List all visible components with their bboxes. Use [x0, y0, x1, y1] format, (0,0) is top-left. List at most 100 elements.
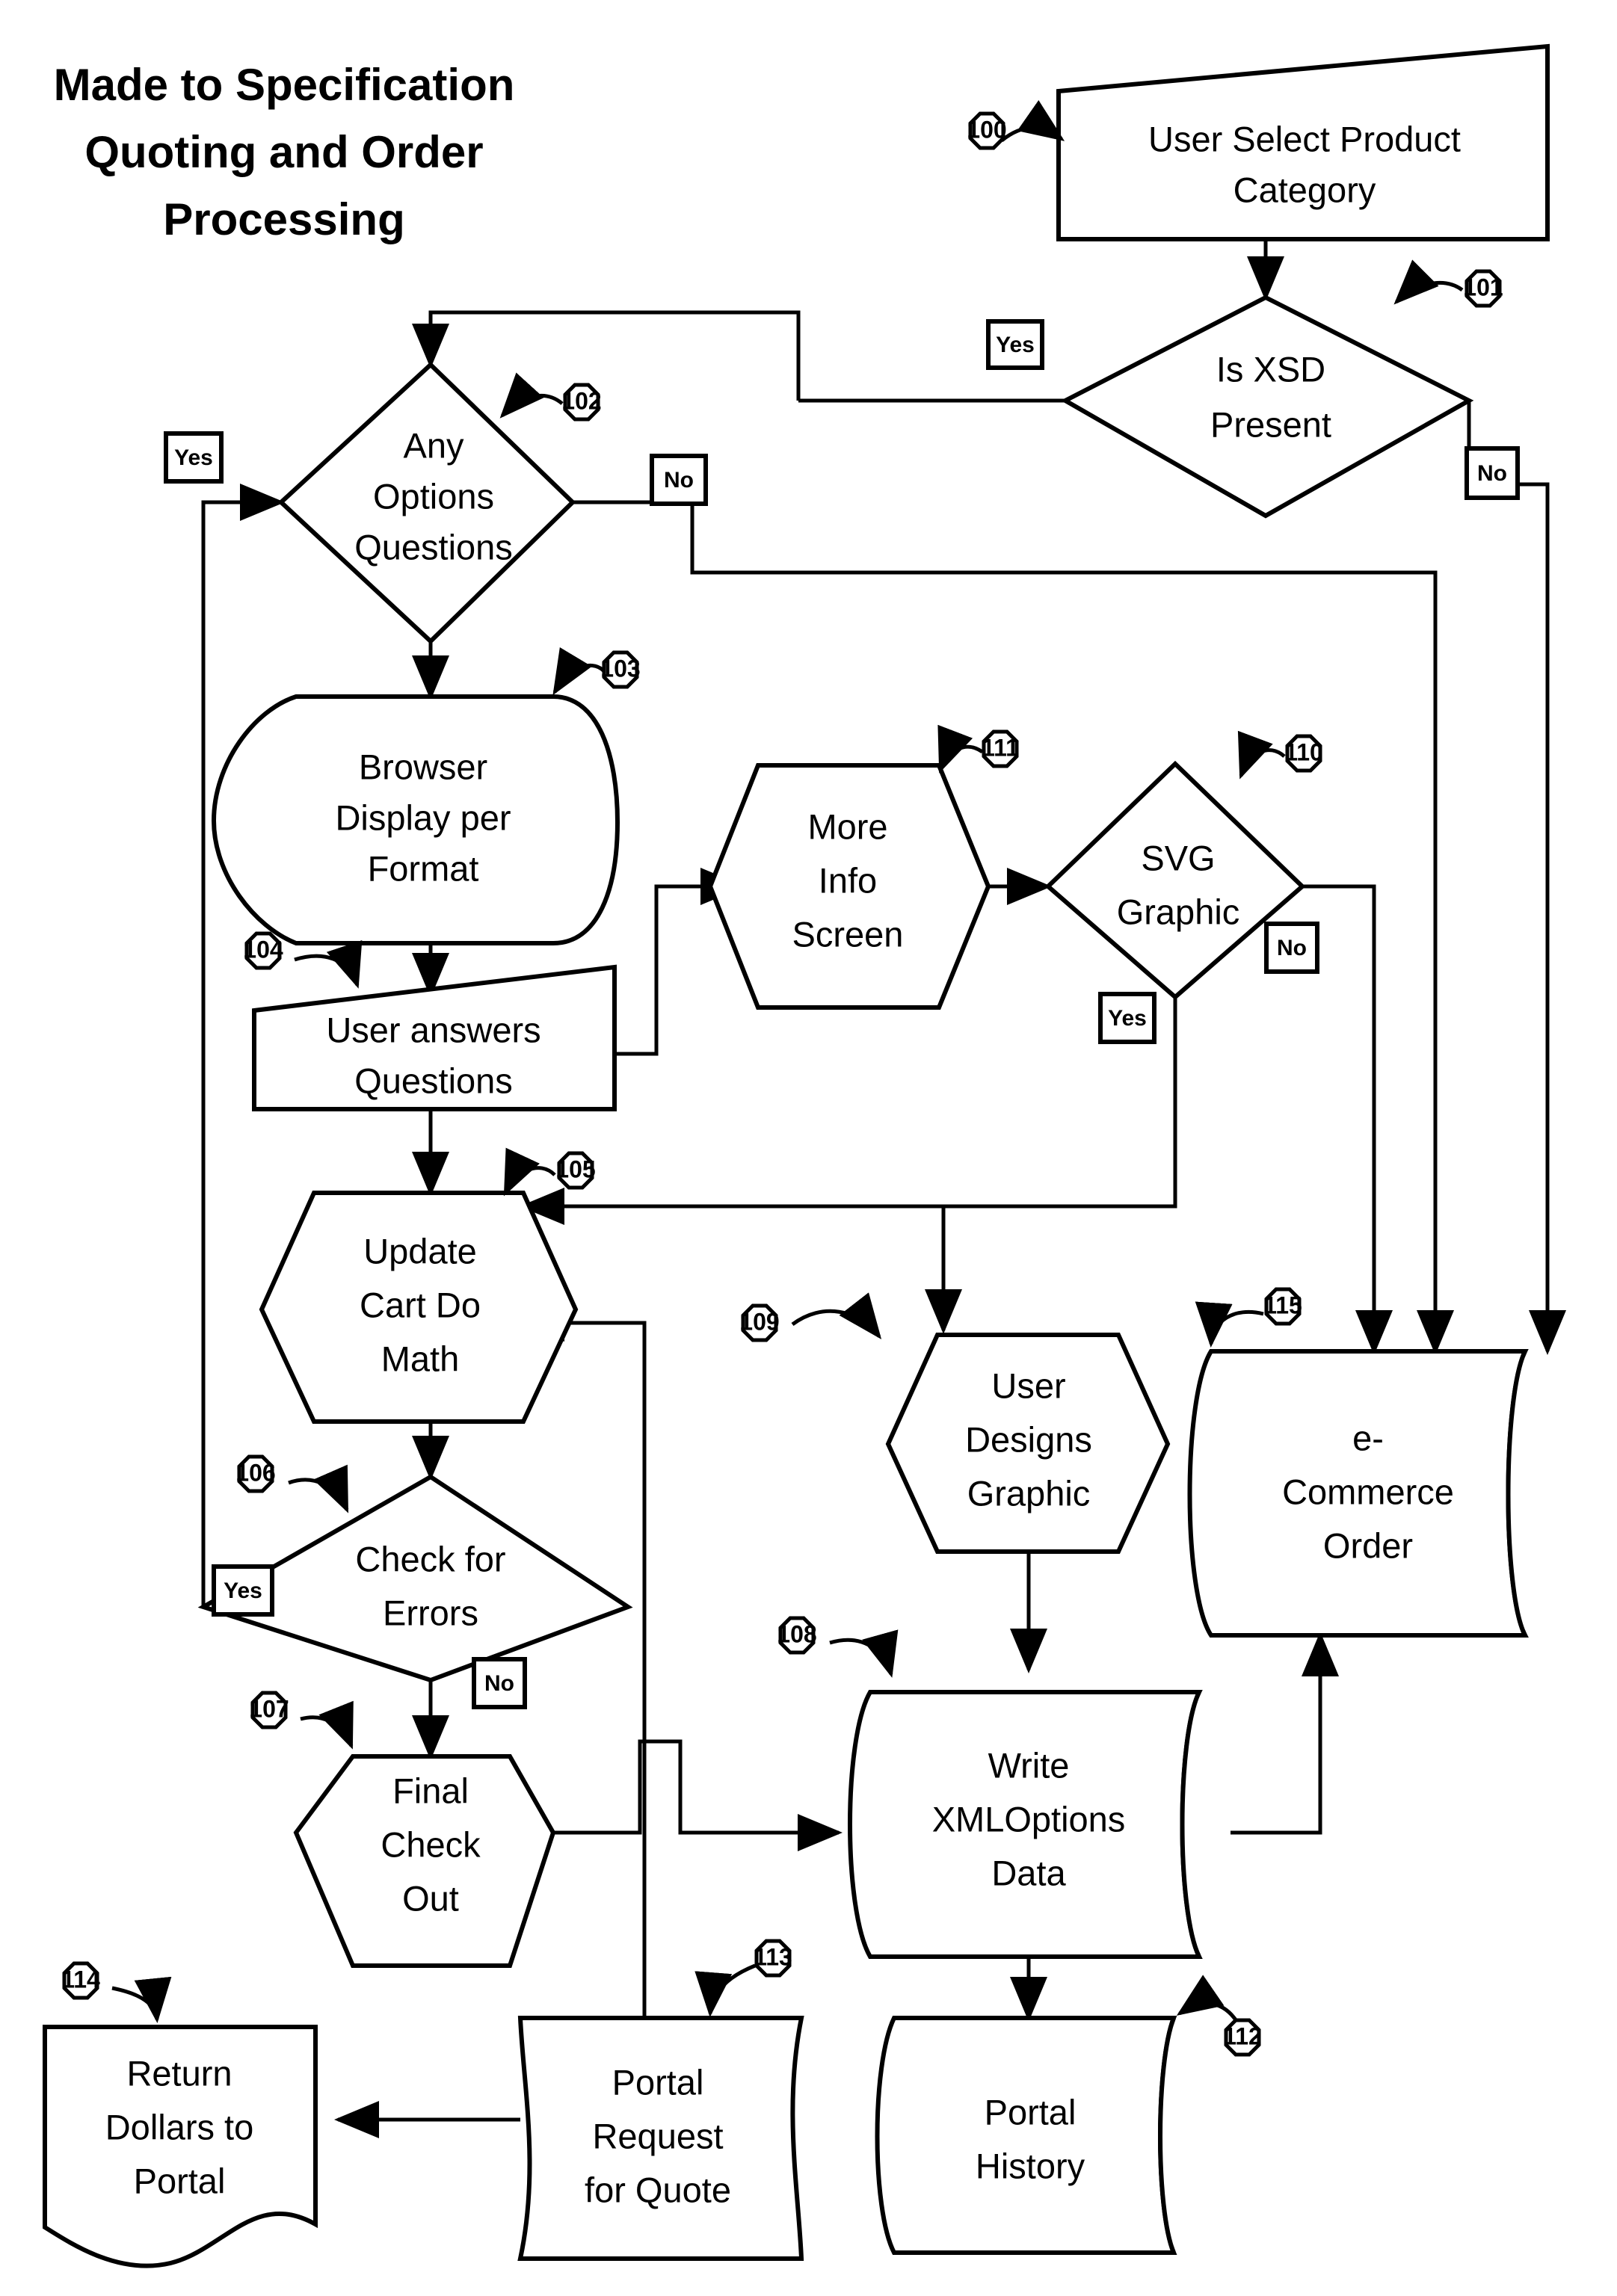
- node-103-label-1: Browser: [359, 747, 487, 786]
- ref-103-leader: [552, 646, 606, 696]
- ref-tag-105: 105: [503, 1147, 596, 1197]
- node-105[interactable]: Update Cart Do Math: [259, 1191, 579, 1424]
- ref-113-number: 113: [754, 1943, 792, 1970]
- ref-tag-107: 107: [249, 1691, 354, 1750]
- node-106-label-2: Errors: [383, 1593, 478, 1632]
- branch-label-errors-no: No: [472, 1657, 527, 1709]
- node-115-label-2: Commerce: [1282, 1472, 1454, 1511]
- node-112[interactable]: Portal History: [875, 2016, 1177, 2255]
- node-114-label-2: Dollars to: [105, 2107, 254, 2147]
- ref-104-leader: [294, 939, 363, 989]
- branch-label-xsd-yes-text: Yes: [996, 333, 1035, 357]
- ref-113-leader: [694, 1963, 756, 2017]
- ref-106-number: 106: [235, 1459, 275, 1486]
- ref-103-number: 103: [600, 655, 640, 682]
- node-113-label-1: Portal: [612, 2062, 704, 2102]
- node-110-label-1: SVG: [1141, 838, 1215, 877]
- ref-tag-114: 114: [61, 1961, 172, 2023]
- flowchart-figure: Made to Specification Quoting and Order …: [0, 0, 1617, 2296]
- page-title-line1: Made to Specification: [54, 60, 515, 110]
- edge-101-no: [1467, 401, 1566, 1355]
- ref-tag-111: 111: [937, 724, 1019, 774]
- node-108[interactable]: Write XMLOptions Data: [848, 1690, 1203, 1959]
- node-107[interactable]: Final Check Out: [293, 1754, 556, 1968]
- node-114[interactable]: Return Dollars to Portal: [43, 2025, 318, 2268]
- node-103[interactable]: Browser Display per Format: [211, 694, 620, 945]
- edge-107-108: [553, 1739, 843, 1851]
- node-102[interactable]: Any Options Questions: [277, 361, 576, 645]
- node-112-label-1: Portal: [985, 2092, 1077, 2132]
- node-101[interactable]: Is XSD Present: [1060, 294, 1474, 519]
- node-100-label-1: User Select Product: [1148, 119, 1461, 158]
- ref-111-leader: [937, 724, 984, 774]
- branch-label-errors-yes: Yes: [212, 1564, 274, 1617]
- ref-tag-115: 115: [1195, 1287, 1302, 1348]
- node-115[interactable]: e- Commerce Order: [1187, 1349, 1529, 1638]
- ref-tag-103: 103: [552, 646, 641, 696]
- ref-100-number: 100: [967, 116, 1006, 143]
- ref-tag-108: 108: [777, 1616, 899, 1678]
- node-104[interactable]: User answers Questions: [252, 964, 617, 1111]
- ref-115-leader: [1195, 1301, 1264, 1348]
- ref-104-number: 104: [243, 936, 283, 963]
- node-112-label-2: History: [976, 2146, 1085, 2185]
- node-109[interactable]: User Designs Graphic: [885, 1333, 1171, 1554]
- node-107-label-1: Final: [392, 1771, 469, 1810]
- node-108-label-3: Data: [991, 1853, 1066, 1892]
- branch-label-svg-no: No: [1264, 922, 1319, 974]
- branch-label-options-no: No: [650, 454, 708, 506]
- node-106-label-1: Check for: [355, 1539, 505, 1578]
- ref-101-leader: [1393, 259, 1464, 305]
- node-109-label-3: Graphic: [967, 1473, 1091, 1513]
- ref-106-leader: [288, 1464, 349, 1513]
- ref-tag-112: 112: [1176, 1975, 1262, 2057]
- ref-107-leader: [300, 1700, 354, 1750]
- ref-110-number: 110: [1284, 738, 1323, 765]
- node-111[interactable]: More Info Screen: [707, 763, 991, 1010]
- node-112-shape: [875, 2016, 1177, 2255]
- edge-113-105: [520, 1304, 647, 2018]
- node-111-label-1: More: [807, 806, 887, 846]
- ref-tag-101: 101: [1393, 259, 1503, 308]
- node-101-label-2: Present: [1210, 404, 1331, 444]
- branch-label-svg-yes: Yes: [1098, 992, 1156, 1044]
- ref-114-leader: [111, 1976, 172, 2023]
- branch-label-options-yes: Yes: [164, 431, 224, 484]
- node-109-label-2: Designs: [965, 1419, 1092, 1459]
- ref-112-number: 112: [1223, 2022, 1262, 2049]
- node-114-label-3: Portal: [134, 2161, 226, 2200]
- flowchart-canvas: Made to Specification Quoting and Order …: [43, 43, 1566, 2268]
- node-113-label-3: for Quote: [585, 2170, 731, 2209]
- node-107-label-2: Check: [381, 1824, 481, 1864]
- node-104-label-1: User answers: [326, 1010, 540, 1049]
- node-100[interactable]: User Select Product Category: [1056, 43, 1550, 241]
- node-115-label-1: e-: [1352, 1418, 1384, 1457]
- ref-109-leader: [791, 1292, 882, 1339]
- ref-tag-102: 102: [499, 372, 602, 422]
- ref-109-number: 109: [739, 1308, 779, 1335]
- ref-tag-109: 109: [739, 1292, 882, 1342]
- node-102-label-1: Any: [404, 425, 464, 465]
- page-title-line2: Quoting and Order: [84, 127, 483, 177]
- node-103-label-2: Display per: [335, 797, 511, 837]
- node-105-label-1: Update: [363, 1231, 477, 1271]
- ref-105-number: 105: [555, 1155, 595, 1182]
- node-113-label-2: Request: [592, 2116, 723, 2155]
- ref-tag-110: 110: [1237, 730, 1323, 780]
- ref-100-leader: [1000, 99, 1065, 142]
- node-105-label-3: Math: [381, 1339, 460, 1378]
- node-103-label-3: Format: [368, 848, 479, 888]
- node-113[interactable]: Portal Request for Quote: [517, 2016, 804, 2261]
- branch-label-xsd-yes: Yes: [986, 319, 1044, 370]
- ref-101-number: 101: [1463, 274, 1503, 300]
- ref-tag-106: 106: [235, 1454, 349, 1513]
- node-105-label-2: Cart Do: [360, 1285, 481, 1324]
- ref-110-leader: [1237, 730, 1286, 780]
- ref-tag-113: 113: [694, 1939, 792, 2017]
- node-107-label-3: Out: [402, 1878, 459, 1918]
- node-108-label-2: XMLOptions: [932, 1799, 1126, 1839]
- edge-101-yes-seg2: [412, 310, 801, 401]
- node-111-label-3: Screen: [792, 914, 904, 954]
- node-110-label-2: Graphic: [1117, 892, 1240, 931]
- node-108-label-1: Write: [988, 1745, 1070, 1785]
